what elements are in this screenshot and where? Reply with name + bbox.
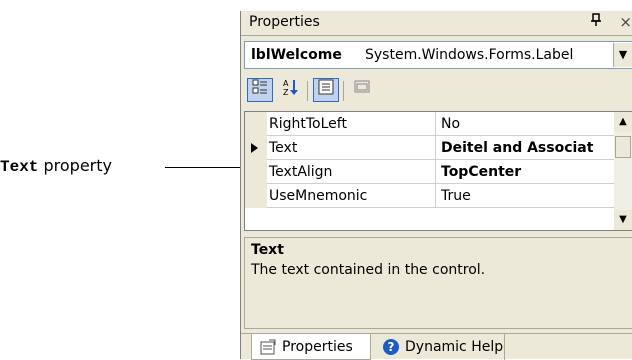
row-gutter: [245, 184, 267, 208]
column-divider: [435, 160, 436, 184]
scroll-up-icon[interactable]: ▲: [614, 112, 632, 132]
properties-view-button[interactable]: [313, 78, 339, 102]
tab-label: Dynamic Help: [405, 339, 504, 355]
tab-dynamic-help[interactable]: ? Dynamic Help: [375, 334, 505, 360]
toolbar-separator: [343, 81, 344, 101]
properties-tab-icon: [260, 339, 276, 355]
categorized-button[interactable]: [247, 78, 273, 102]
object-name: lblWelcome: [251, 47, 342, 63]
pin-icon[interactable]: [590, 13, 602, 31]
properties-titlebar: Properties ×: [241, 11, 632, 36]
selection-arrow-icon: [251, 143, 258, 153]
chevron-down-icon[interactable]: ▼: [613, 43, 632, 67]
tab-properties[interactable]: Properties: [251, 334, 371, 360]
scroll-thumb[interactable]: [615, 136, 631, 158]
property-row-righttoleft[interactable]: RightToLeft No: [245, 112, 615, 136]
property-name: UseMnemonic: [269, 188, 368, 204]
text-property-callout: Text property: [0, 156, 112, 176]
alphabetical-button[interactable]: A Z: [277, 78, 303, 102]
property-row-usemnemonic[interactable]: UseMnemonic True: [245, 184, 615, 208]
close-icon[interactable]: ×: [619, 13, 632, 31]
properties-window: Properties × lblWelcome System.Windows.F…: [240, 11, 632, 360]
column-divider: [435, 136, 436, 160]
alphabetical-icon: A Z: [283, 79, 298, 97]
description-text: The text contained in the control.: [251, 262, 486, 278]
object-type: System.Windows.Forms.Label: [365, 47, 574, 63]
column-divider: [435, 112, 436, 136]
properties-icon: [318, 79, 334, 95]
svg-text:A: A: [283, 79, 289, 88]
property-row-textalign[interactable]: TextAlign TopCenter: [245, 160, 615, 184]
callout-label: property: [38, 156, 112, 175]
property-name: RightToLeft: [269, 116, 347, 132]
row-gutter: [245, 160, 267, 184]
property-grid: RightToLeft No Text Deitel and Associat …: [244, 111, 632, 231]
toolbar-separator: [307, 81, 308, 101]
description-pane: Text The text contained in the control.: [244, 237, 632, 329]
pin-icon-svg: [591, 13, 601, 26]
property-value[interactable]: No: [441, 116, 615, 132]
categorized-icon: [252, 79, 267, 94]
bottom-tab-strip: Properties ? Dynamic Help: [241, 333, 632, 360]
panel-title: Properties: [249, 14, 320, 30]
row-gutter: [245, 136, 267, 160]
property-value[interactable]: True: [441, 188, 615, 204]
svg-text:Z: Z: [283, 88, 289, 96]
callout-keyword: Text: [0, 158, 39, 176]
description-title: Text: [251, 242, 284, 258]
column-divider: [435, 184, 436, 208]
property-value[interactable]: TopCenter: [441, 164, 615, 180]
property-row-text[interactable]: Text Deitel and Associat: [245, 136, 615, 160]
property-name: Text: [269, 140, 298, 156]
property-grid-scrollbar[interactable]: ▲ ▼: [614, 112, 632, 230]
property-value[interactable]: Deitel and Associat: [441, 140, 615, 156]
property-name: TextAlign: [269, 164, 333, 180]
object-selector-dropdown[interactable]: lblWelcome System.Windows.Forms.Label ▼: [244, 41, 632, 69]
help-icon: ?: [383, 339, 399, 355]
properties-toolbar: A Z: [241, 73, 632, 107]
property-pages-icon: [354, 80, 370, 93]
scroll-down-icon[interactable]: ▼: [614, 210, 632, 230]
property-pages-button[interactable]: [349, 78, 375, 102]
tab-label: Properties: [282, 339, 353, 355]
row-gutter: [245, 112, 267, 136]
